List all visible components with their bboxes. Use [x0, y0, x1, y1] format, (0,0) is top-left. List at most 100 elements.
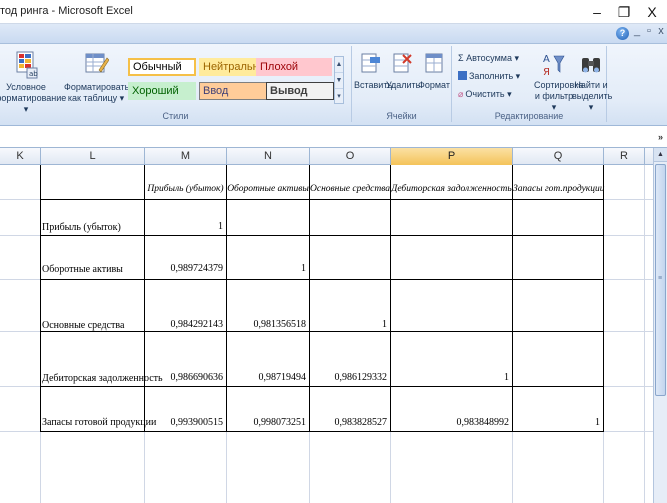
format-as-table-button[interactable]: Форматировать как таблицу ▾ — [64, 50, 130, 104]
workbook-restore-button[interactable]: ▫ — [643, 25, 655, 37]
workbook-minimize-button[interactable]: _ — [631, 25, 643, 37]
format-button[interactable]: Формат — [418, 50, 450, 91]
column-header-n[interactable]: N — [227, 148, 310, 165]
column-header-m[interactable]: M — [145, 148, 227, 165]
chevron-down-icon[interactable]: ▼ — [335, 73, 343, 89]
fill-label: Заполнить ▾ — [469, 71, 521, 81]
column-header-l[interactable]: L — [41, 148, 145, 165]
header-cell-fixed-assets[interactable]: Основные средства — [310, 184, 390, 194]
styles-gallery-scroll[interactable]: ▲ ▼ ▾ — [334, 56, 344, 104]
binoculars-icon — [582, 58, 600, 73]
format-label: Формат — [418, 80, 450, 90]
vertical-scrollbar[interactable]: ▲ ≡ — [653, 148, 667, 503]
format-cells-icon — [425, 53, 443, 73]
minimize-button[interactable]: – — [586, 2, 608, 22]
row-label-profit[interactable]: Прибыль (убыток) — [42, 222, 121, 233]
close-button[interactable]: X — [641, 2, 663, 22]
table-border — [40, 165, 41, 431]
cell-value[interactable]: 0,989724379 — [145, 263, 224, 274]
scroll-up-icon[interactable]: ▲ — [654, 148, 667, 162]
scrollbar-thumb[interactable]: ≡ — [655, 164, 666, 396]
delete-button[interactable]: Удалить — [386, 50, 420, 91]
row-label-inventory[interactable]: Запасы готовой продукции — [42, 417, 156, 428]
style-input[interactable]: Ввод — [199, 82, 267, 100]
cell-value[interactable]: 0,993900515 — [145, 417, 224, 428]
row-label-fixed-assets[interactable]: Основные средства — [42, 320, 124, 331]
cell-value[interactable]: 1 — [145, 221, 223, 232]
gallery-more-icon[interactable]: ▾ — [335, 89, 343, 105]
table-border — [309, 165, 310, 431]
styles-group-label: Стили — [162, 111, 189, 121]
find-select-button[interactable]: Найти и выделить ▾ — [572, 50, 613, 113]
gridline — [644, 165, 645, 503]
fill-button[interactable]: Заполнить ▾ — [458, 70, 520, 82]
column-header-q[interactable]: Q — [513, 148, 604, 165]
insert-cells-icon — [361, 53, 380, 73]
clear-label: Очистить ▾ — [465, 89, 512, 99]
column-header-r[interactable]: R — [604, 148, 645, 165]
cell-value[interactable]: 1 — [391, 372, 509, 383]
workbook-close-button[interactable]: x — [655, 25, 667, 37]
cell-value[interactable]: 1 — [227, 263, 306, 274]
conditional-format-icon: ab — [16, 51, 38, 79]
clear-button[interactable]: ⌀ Очистить ▾ — [458, 88, 512, 100]
cell-value[interactable]: 0,986690636 — [145, 372, 224, 383]
chevron-up-icon[interactable]: ▲ — [335, 57, 343, 73]
cell-value[interactable]: 0,983848992 — [391, 417, 510, 428]
row-label-current-assets[interactable]: Оборотные активы — [42, 264, 123, 275]
svg-text:ab: ab — [29, 70, 38, 78]
style-bad[interactable]: Плохой — [256, 58, 332, 76]
title-bar: тод ринга - Microsoft Excel – ❐ X — [0, 0, 667, 24]
expand-formula-bar-icon[interactable]: » — [658, 132, 663, 142]
format-as-table-label-2: как таблицу ▾ — [67, 93, 125, 103]
format-as-table-label-1: Форматировать — [64, 82, 130, 92]
header-cell-profit[interactable]: Прибыль (убыток) — [145, 184, 226, 194]
header-cell-receivables[interactable]: Дебиторская задолженность — [391, 184, 512, 194]
table-border — [40, 331, 604, 332]
cell-value[interactable]: 0,981356518 — [227, 319, 307, 330]
header-cell-current-assets[interactable]: Оборотные активы — [227, 184, 309, 194]
column-header-k[interactable]: K — [0, 148, 41, 165]
fill-icon — [458, 71, 467, 80]
cell-value[interactable]: 1 — [513, 417, 600, 428]
cells-group: Вставить Удалить Формат Ячейки — [352, 46, 452, 122]
sort-filter-button[interactable]: A Я Сортировка и фильтр ▾ — [534, 50, 583, 113]
table-border — [40, 279, 604, 280]
cells-group-label: Ячейки — [386, 111, 417, 121]
cell-value[interactable]: 0,98719494 — [227, 372, 307, 383]
table-border — [512, 165, 513, 431]
sort-filter-icon: A Я — [543, 54, 565, 78]
style-normal[interactable]: Обычный — [128, 58, 196, 76]
cell-value[interactable]: 0,986129332 — [310, 372, 388, 383]
eraser-icon: ⌀ — [458, 89, 464, 99]
insert-button[interactable]: Вставить — [354, 50, 392, 91]
style-output[interactable]: Вывод — [266, 82, 334, 100]
cell-value[interactable]: 0,998073251 — [227, 417, 307, 428]
conditional-format-button[interactable]: ab Условное форматирование ▾ — [0, 50, 66, 115]
column-headers: K L M N O P Q R — [0, 148, 653, 165]
table-border — [40, 235, 604, 236]
header-cell-inventory[interactable]: Запасы гот.продукции — [513, 184, 605, 194]
table-border — [390, 165, 391, 431]
formula-bar[interactable]: » — [0, 126, 667, 148]
column-header-p[interactable]: P — [391, 148, 513, 165]
autosum-button[interactable]: Σ Автосумма ▾ — [458, 52, 519, 64]
cell-value[interactable]: 1 — [310, 319, 387, 330]
svg-text:Я: Я — [543, 67, 550, 78]
editing-group: Σ Автосумма ▾ Заполнить ▾ ⌀ Очистить ▾ A … — [452, 46, 613, 122]
format-as-table-icon — [85, 53, 109, 73]
help-icon[interactable]: ? — [616, 27, 629, 40]
window-title: тод ринга - Microsoft Excel — [0, 5, 133, 17]
cell-value[interactable]: 0,984292143 — [145, 319, 224, 330]
restore-button[interactable]: ❐ — [613, 2, 635, 22]
svg-text:A: A — [543, 54, 550, 65]
grip-icon: ≡ — [658, 275, 663, 282]
find-select-label-2: выделить ▾ — [572, 91, 613, 112]
table-border — [144, 165, 145, 431]
delete-cells-icon — [393, 53, 412, 73]
style-good[interactable]: Хороший — [128, 82, 196, 100]
column-header-o[interactable]: O — [310, 148, 391, 165]
cell-value[interactable]: 0,983828527 — [310, 417, 388, 428]
table-border — [603, 165, 604, 431]
worksheet-grid[interactable]: Прибыль (убыток) Оборотные активы Основн… — [0, 165, 653, 503]
